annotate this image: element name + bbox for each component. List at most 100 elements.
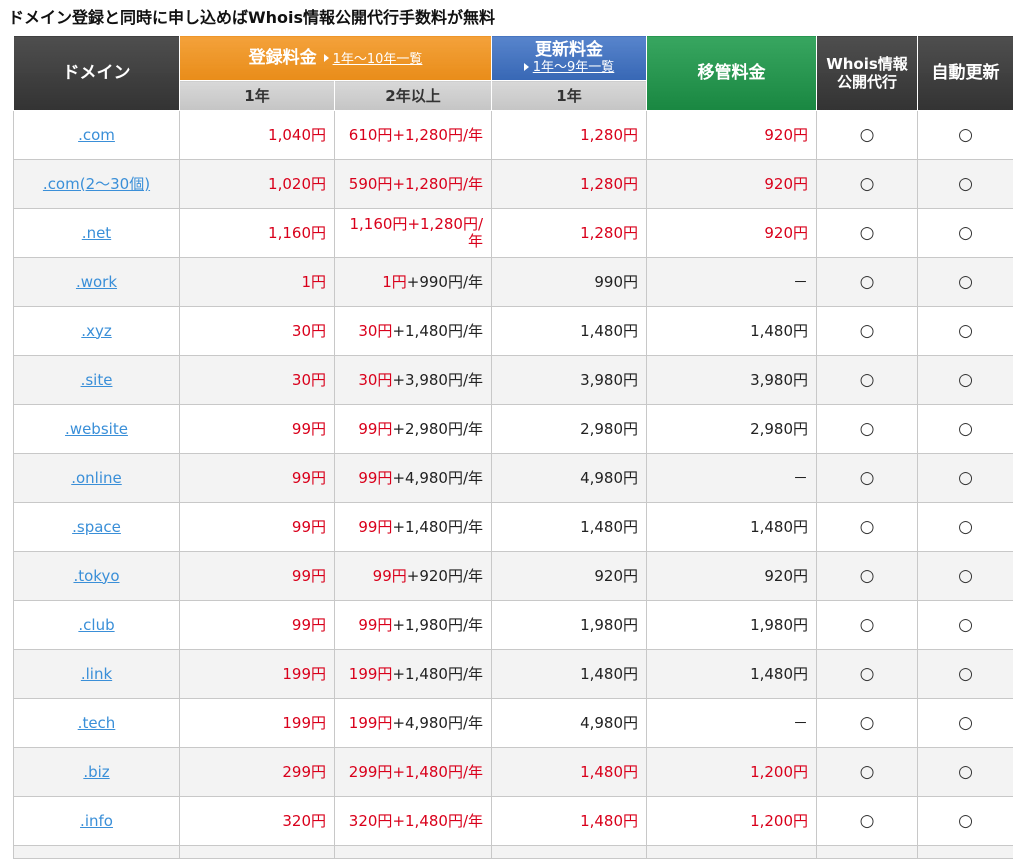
table-row: .com(2〜30個) 1,020円 590円+1,280円/年 1,280円 920円… <box>13 159 1013 209</box>
domain-link[interactable]: .com(2〜30個) <box>43 175 150 193</box>
domain-link[interactable]: .online <box>71 469 122 487</box>
domain-link[interactable]: .net <box>82 224 111 242</box>
renewal-1yr-cell: 4,980円 <box>491 453 648 503</box>
renewal-1yr-cell: 990円 <box>491 257 648 307</box>
domain-link[interactable]: .tech <box>78 714 116 732</box>
transfer-cell: 920円 <box>646 110 818 160</box>
domain-link[interactable]: .biz <box>83 763 109 781</box>
registration-yearly-price: +1,480円/年 <box>392 321 484 340</box>
renewal-fee-header: 更新料金 1年〜9年一覧 <box>491 35 648 81</box>
transfer-price: 920円 <box>764 223 809 242</box>
renewal-1yr-cell: 1,480円 <box>491 649 648 699</box>
registration-first-year-price: 99円 <box>358 517 393 536</box>
table-row: .space 99円 99円+1,480円/年 1,480円 1,480円 ○ ○ <box>13 502 1013 552</box>
registration-multi-year-cell: 590円+1,280円/年 <box>333 159 493 209</box>
registration-first-year-price: 30円 <box>358 370 393 389</box>
domain-link[interactable]: .space <box>72 518 121 536</box>
registration-first-year-price: 99円 <box>358 468 393 487</box>
transfer-cell: 1,480円 <box>646 306 818 356</box>
registration-first-year-price: 30円 <box>358 321 393 340</box>
domain-cell: .work <box>13 257 180 307</box>
auto-renew-cell: ○ <box>917 600 1013 650</box>
whois-privacy-cell: ○ <box>816 355 919 405</box>
registration-first-year-price: 610円 <box>348 125 393 144</box>
whois-privacy-mark: ○ <box>859 173 875 194</box>
domain-link[interactable]: .tokyo <box>73 567 119 585</box>
registration-1yr-price: 199円 <box>282 664 326 683</box>
transfer-cell: － <box>646 698 818 748</box>
domain-cell: .space <box>13 502 180 552</box>
whois-privacy-header: Whois情報 公開代行 <box>816 35 919 111</box>
renewal-1yr-cell: 1,480円 <box>491 796 648 846</box>
registration-1yr-cell: 1,160円 <box>179 208 335 258</box>
registration-1yr-price: 1円 <box>301 272 326 291</box>
arrow-right-icon <box>323 53 329 62</box>
domain-link[interactable]: .link <box>81 665 112 683</box>
renewal-years-link-wrap: 1年〜9年一覧 <box>496 60 642 76</box>
domain-link[interactable]: .site <box>81 371 113 389</box>
table-row: .com 1,040円 610円+1,280円/年 1,280円 920円 ○ ○ <box>13 110 1013 160</box>
domain-cell: .biz <box>13 747 180 797</box>
transfer-fee-header: 移管料金 <box>646 35 818 111</box>
domain-link[interactable]: .xyz <box>81 322 111 340</box>
domain-header-label: ドメイン <box>62 63 131 83</box>
empty-cell <box>646 845 818 859</box>
whois-privacy-mark: ○ <box>859 124 875 145</box>
auto-renew-mark: ○ <box>958 320 973 341</box>
page-title: ドメイン登録と同時に申し込めばWhois情報公開代行手数料が無料 <box>8 8 496 27</box>
transfer-price: 1,480円 <box>750 664 809 683</box>
renewal-1yr-price: 1,280円 <box>580 125 639 144</box>
renewal-1yr-cell: 3,980円 <box>491 355 648 405</box>
empty-cell <box>917 845 1013 859</box>
transfer-price: － <box>793 272 809 291</box>
transfer-cell: 1,200円 <box>646 747 818 797</box>
renewal-1yr-price: 1,480円 <box>580 517 639 536</box>
domain-cell: .xyz <box>13 306 180 356</box>
renewal-1yr-price: 990円 <box>594 272 639 291</box>
auto-renew-cell: ○ <box>917 355 1013 405</box>
domain-link[interactable]: .info <box>80 812 113 830</box>
transfer-price: 920円 <box>764 566 809 585</box>
whois-privacy-cell: ○ <box>816 649 919 699</box>
domain-link[interactable]: .website <box>65 420 128 438</box>
whois-privacy-mark: ○ <box>859 271 875 292</box>
renewal-1yr-price: 1,480円 <box>580 664 639 683</box>
registration-yearly-price: +2,980円/年 <box>392 419 484 438</box>
registration-first-year-price: 99円 <box>372 566 407 585</box>
domain-link[interactable]: .work <box>76 273 117 291</box>
registration-1yr-cell: 99円 <box>179 600 335 650</box>
registration-1yr-cell: 1,020円 <box>179 159 335 209</box>
registration-multi-year-cell: 1,160円+1,280円/年 <box>333 208 493 258</box>
whois-privacy-cell: ○ <box>816 159 919 209</box>
registration-yearly-price: +1,480円/年 <box>392 517 484 536</box>
auto-renew-mark: ○ <box>958 565 973 586</box>
domain-link[interactable]: .club <box>78 616 114 634</box>
registration-1yr-cell: 99円 <box>179 404 335 454</box>
table-row: .online 99円 99円+4,980円/年 4,980円－ ○ ○ <box>13 453 1013 503</box>
transfer-cell: 3,980円 <box>646 355 818 405</box>
renewal-years-link[interactable]: 1年〜9年一覧 <box>533 60 615 75</box>
transfer-cell: － <box>646 453 818 503</box>
domain-link[interactable]: .com <box>78 126 115 144</box>
registration-1yr-cell: 30円 <box>179 355 335 405</box>
transfer-cell: － <box>646 257 818 307</box>
registration-1yr-cell: 320円 <box>179 796 335 846</box>
registration-yearly-price: +1,280円/年 <box>392 174 484 193</box>
registration-yearly-price: +1,280円/年 <box>407 215 484 250</box>
registration-multi-year-cell: 1円+990円/年 <box>333 257 493 307</box>
table-row: .info 320円 320円+1,480円/年 1,480円 1,200円 ○ ○ <box>13 796 1013 846</box>
transfer-cell: 1,480円 <box>646 649 818 699</box>
registration-multi-year-cell: 320円+1,480円/年 <box>333 796 493 846</box>
auto-renew-label: 自動更新 <box>931 63 1000 83</box>
renewal-1yr-cell: 1,480円 <box>491 306 648 356</box>
whois-privacy-cell: ○ <box>816 698 919 748</box>
auto-renew-cell: ○ <box>917 796 1013 846</box>
table-row: .net 1,160円 1,160円+1,280円/年 1,280円 920円 ○ ○ <box>13 208 1013 258</box>
auto-renew-cell: ○ <box>917 306 1013 356</box>
whois-privacy-label-line1: Whois情報 <box>826 55 908 73</box>
header-row-main: ドメイン 登録料金 1年〜10年一覧 更新料金 1年〜9年一覧 移管料金 Whois… <box>13 35 1013 111</box>
transfer-cell: 2,980円 <box>646 404 818 454</box>
registration-years-link[interactable]: 1年〜10年一覧 <box>333 52 423 67</box>
whois-privacy-cell: ○ <box>816 257 919 307</box>
registration-1yr-cell: 99円 <box>179 502 335 552</box>
